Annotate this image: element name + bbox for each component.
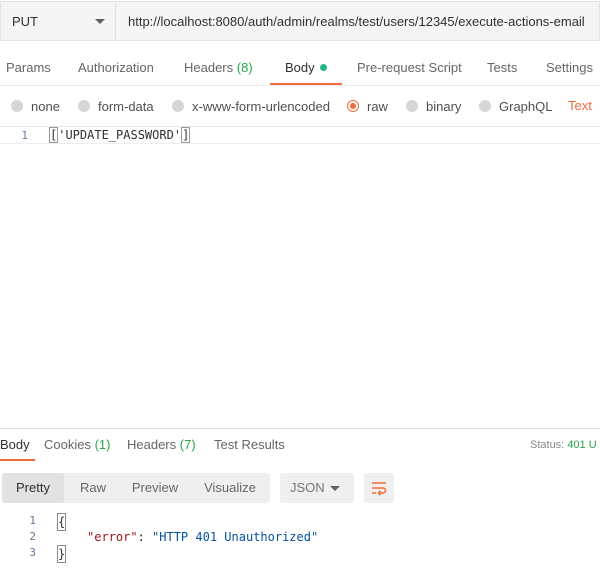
code-text: "error": "HTTP 401 Unauthorized" <box>87 529 318 545</box>
tab-label: Pre-request Script <box>357 60 462 75</box>
code-text: } <box>57 545 67 563</box>
response-tab-headers[interactable]: Headers (7) <box>127 432 196 466</box>
tab-label: Test Results <box>214 437 285 452</box>
tab-label: Headers <box>184 60 234 75</box>
status-value: 401 U <box>567 439 597 451</box>
body-type-group: none form-data x-www-form-urlencoded raw… <box>0 94 600 118</box>
line-number: 2 <box>29 530 36 543</box>
radio-selected-icon <box>347 100 359 112</box>
radio-x-www-form-urlencoded[interactable]: x-www-form-urlencoded <box>172 94 330 118</box>
request-bar: PUT http://localhost:8080/auth/admin/rea… <box>0 0 600 42</box>
radio-label: GraphQL <box>499 98 553 114</box>
tab-label: Body <box>285 60 315 75</box>
radio-circle-icon <box>406 100 418 112</box>
editor-line: 1 ['UPDATE_PASSWORD'] <box>0 127 600 144</box>
view-pretty-button[interactable]: Pretty <box>2 473 64 503</box>
response-line: 3 } <box>0 545 600 563</box>
response-format-select[interactable]: JSON <box>280 473 354 503</box>
chevron-down-icon <box>95 19 105 24</box>
response-divider <box>0 428 600 429</box>
request-body-editor[interactable]: 1 ['UPDATE_PASSWORD'] <box>0 127 600 427</box>
response-tabs: Body Cookies (1) Headers (7) Test Result… <box>0 432 600 462</box>
tab-authorization[interactable]: Authorization <box>78 52 154 86</box>
radio-graphql[interactable]: GraphQL <box>479 94 552 118</box>
wrap-lines-icon <box>372 482 387 496</box>
tab-count: (7) <box>179 437 196 452</box>
response-line: 1 { <box>0 513 600 531</box>
view-visualize-button[interactable]: Visualize <box>198 473 262 503</box>
tab-settings[interactable]: Settings <box>546 52 593 86</box>
radio-binary[interactable]: binary <box>406 94 461 118</box>
matched-bracket: ] <box>181 127 191 143</box>
tab-label: Params <box>6 60 51 75</box>
response-line: 2 "error": "HTTP 401 Unauthorized" <box>0 529 600 545</box>
line-number: 3 <box>29 546 36 559</box>
tabs-divider <box>0 85 600 86</box>
status-label: Status: <box>530 439 565 451</box>
tab-count: (1) <box>94 437 111 452</box>
tab-count: (8) <box>236 60 253 75</box>
radio-label: none <box>31 98 60 114</box>
chevron-down-icon <box>330 486 340 491</box>
body-format-select[interactable]: Text <box>568 94 592 118</box>
tab-tests[interactable]: Tests <box>487 52 517 86</box>
line-number: 1 <box>21 129 28 142</box>
tab-headers[interactable]: Headers (8) <box>184 52 253 86</box>
radio-label: x-www-form-urlencoded <box>192 98 330 114</box>
tab-body[interactable]: Body <box>285 52 327 86</box>
tab-label: Authorization <box>78 60 154 75</box>
radio-none[interactable]: none <box>11 94 60 118</box>
format-label: JSON <box>290 480 325 495</box>
response-view-modes: Pretty Raw Preview Visualize <box>2 473 270 503</box>
radio-circle-icon <box>11 100 23 112</box>
radio-circle-icon <box>78 100 90 112</box>
code-string: 'UPDATE_PASSWORD' <box>58 128 182 142</box>
view-preview-button[interactable]: Preview <box>124 473 186 503</box>
json-key: "error" <box>87 530 138 544</box>
tab-label: Tests <box>487 60 518 75</box>
json-value: "HTTP 401 Unauthorized" <box>152 530 319 544</box>
tab-label: Cookies <box>44 437 91 452</box>
wrap-lines-button[interactable] <box>364 473 394 503</box>
method-select[interactable]: PUT <box>0 1 115 41</box>
response-tab-test-results[interactable]: Test Results <box>214 432 285 466</box>
radio-circle-icon <box>172 100 184 112</box>
url-input[interactable]: http://localhost:8080/auth/admin/realms/… <box>115 1 600 41</box>
response-status: Status: 401 U <box>530 432 597 458</box>
json-separator: : <box>137 530 153 544</box>
tab-label: Body <box>0 437 30 452</box>
modified-dot-icon <box>319 64 327 71</box>
active-response-tab-indicator <box>0 459 35 461</box>
line-number: 1 <box>29 514 36 527</box>
radio-raw[interactable]: raw <box>347 94 388 118</box>
method-label: PUT <box>12 13 38 29</box>
tab-label: Headers <box>127 437 177 452</box>
radio-circle-icon <box>479 100 491 112</box>
view-raw-button[interactable]: Raw <box>70 473 116 503</box>
radio-label: raw <box>367 98 388 114</box>
tab-params[interactable]: Params <box>6 52 51 86</box>
radio-label: binary <box>426 98 462 114</box>
response-tab-cookies[interactable]: Cookies (1) <box>44 432 110 466</box>
request-tabs: Params Authorization Headers (8) Body Pr… <box>0 52 600 86</box>
tab-label: Settings <box>546 60 593 75</box>
radio-form-data[interactable]: form-data <box>78 94 154 118</box>
tab-pre-request-script[interactable]: Pre-request Script <box>357 52 462 86</box>
code-text: ['UPDATE_PASSWORD'] <box>49 127 191 144</box>
radio-label: form-data <box>98 98 154 114</box>
matched-bracket: [ <box>49 127 59 143</box>
